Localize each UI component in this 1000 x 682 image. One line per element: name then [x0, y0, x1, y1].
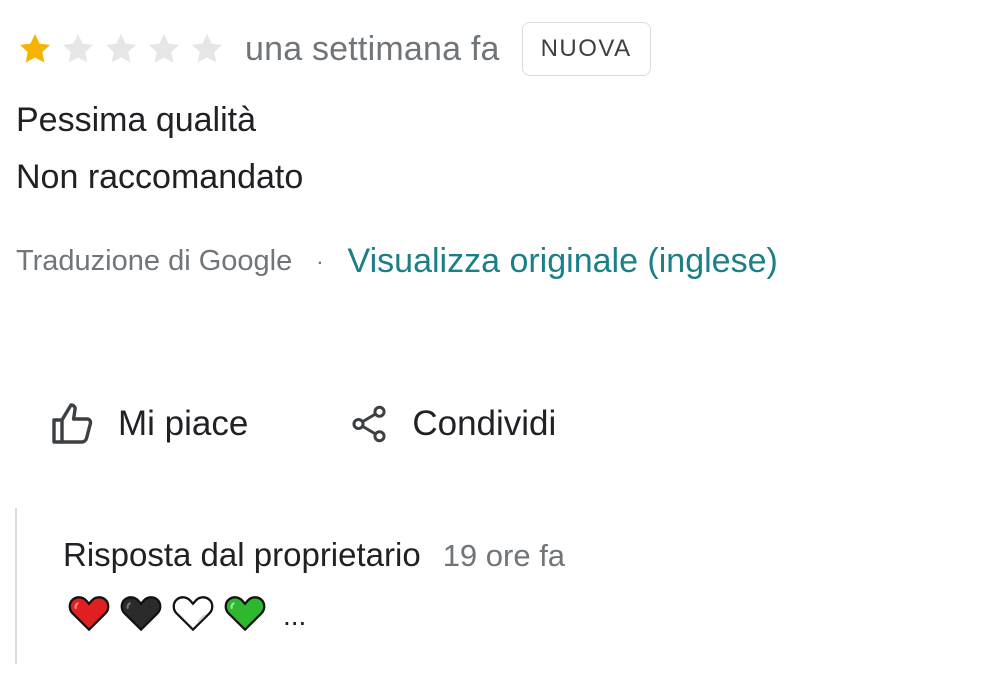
white-heart-icon	[172, 596, 214, 632]
translated-by-label: Traduzione di Google	[16, 245, 293, 277]
review-text: Pessima qualità Non raccomandato	[16, 92, 303, 206]
review-time: una settimana fa	[245, 29, 500, 68]
view-original-link[interactable]: Visualizza originale (inglese)	[348, 242, 778, 281]
owner-reply-body: ...	[67, 592, 306, 634]
thumb-up-icon	[52, 403, 93, 444]
star-empty-icon	[62, 33, 94, 63]
star-empty-icon	[191, 33, 223, 63]
star-rating	[16, 30, 231, 68]
owner-reply-title: Risposta dal proprietario	[63, 536, 421, 573]
review-card: una settimana fa NUOVA Pessima qualità N…	[0, 0, 1000, 682]
separator-dot: ·	[316, 248, 324, 274]
owner-reply: Risposta dal proprietario 19 ore fa ...	[15, 508, 717, 664]
share-icon	[352, 405, 386, 443]
review-actions: Mi piace Condividi	[48, 400, 556, 448]
review-text-line: Pessima qualità	[16, 101, 257, 139]
reply-ellipsis: ...	[283, 600, 307, 631]
rating-row: una settimana fa NUOVA	[16, 20, 651, 78]
owner-reply-time: 19 ore fa	[442, 538, 566, 573]
translation-row: Traduzione di Google · Visualizza origin…	[16, 242, 778, 281]
like-button[interactable]: Mi piace	[48, 400, 248, 448]
new-badge: NUOVA	[521, 22, 651, 76]
share-label: Condividi	[412, 404, 557, 443]
red-heart-icon	[68, 596, 110, 632]
star-filled-icon	[19, 33, 51, 63]
star-empty-icon	[148, 33, 180, 63]
star-empty-icon	[105, 33, 137, 63]
black-heart-icon	[120, 596, 162, 632]
green-heart-icon	[224, 596, 266, 632]
like-label: Mi piace	[118, 404, 249, 443]
share-button[interactable]: Condividi	[348, 401, 556, 447]
owner-reply-header: Risposta dal proprietario 19 ore fa	[63, 536, 565, 574]
review-text-line: Non raccomandato	[16, 158, 304, 196]
